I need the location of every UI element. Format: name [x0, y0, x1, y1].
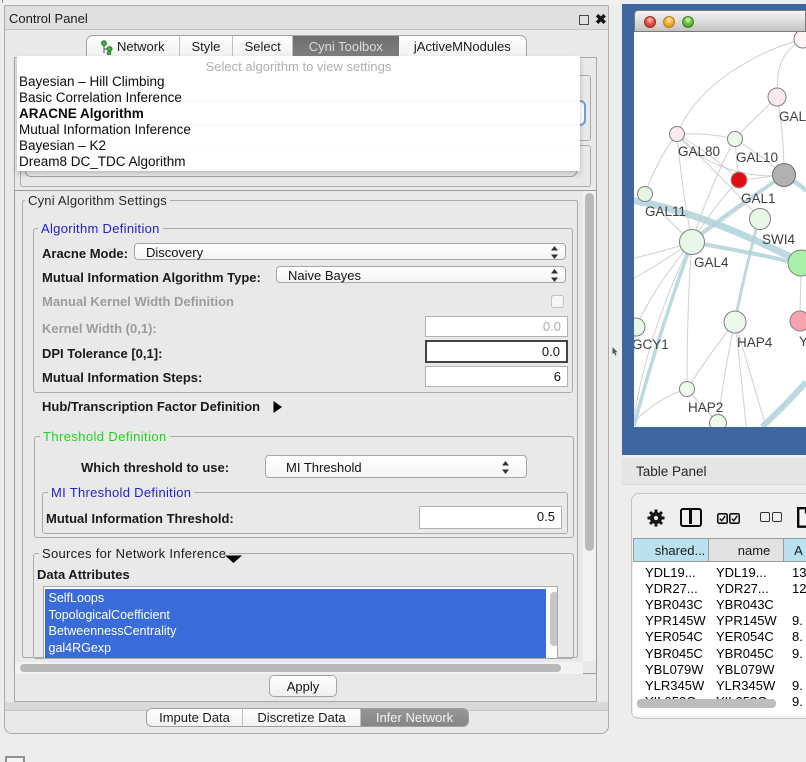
- svg-text:SWI4: SWI4: [762, 232, 795, 247]
- svg-text:GAL1: GAL1: [741, 191, 776, 206]
- svg-text:HAP2: HAP2: [688, 400, 723, 415]
- svg-text:GAL7: GAL7: [779, 109, 806, 124]
- svg-text:HAP4: HAP4: [737, 335, 773, 350]
- svg-text:GAL10: GAL10: [736, 150, 778, 165]
- svg-text:Y: Y: [799, 334, 806, 349]
- svg-text:GAL11: GAL11: [645, 204, 686, 219]
- svg-text:GAL80: GAL80: [678, 144, 720, 159]
- svg-text:GCY1: GCY1: [634, 337, 669, 352]
- svg-text:GAL4: GAL4: [694, 255, 729, 270]
